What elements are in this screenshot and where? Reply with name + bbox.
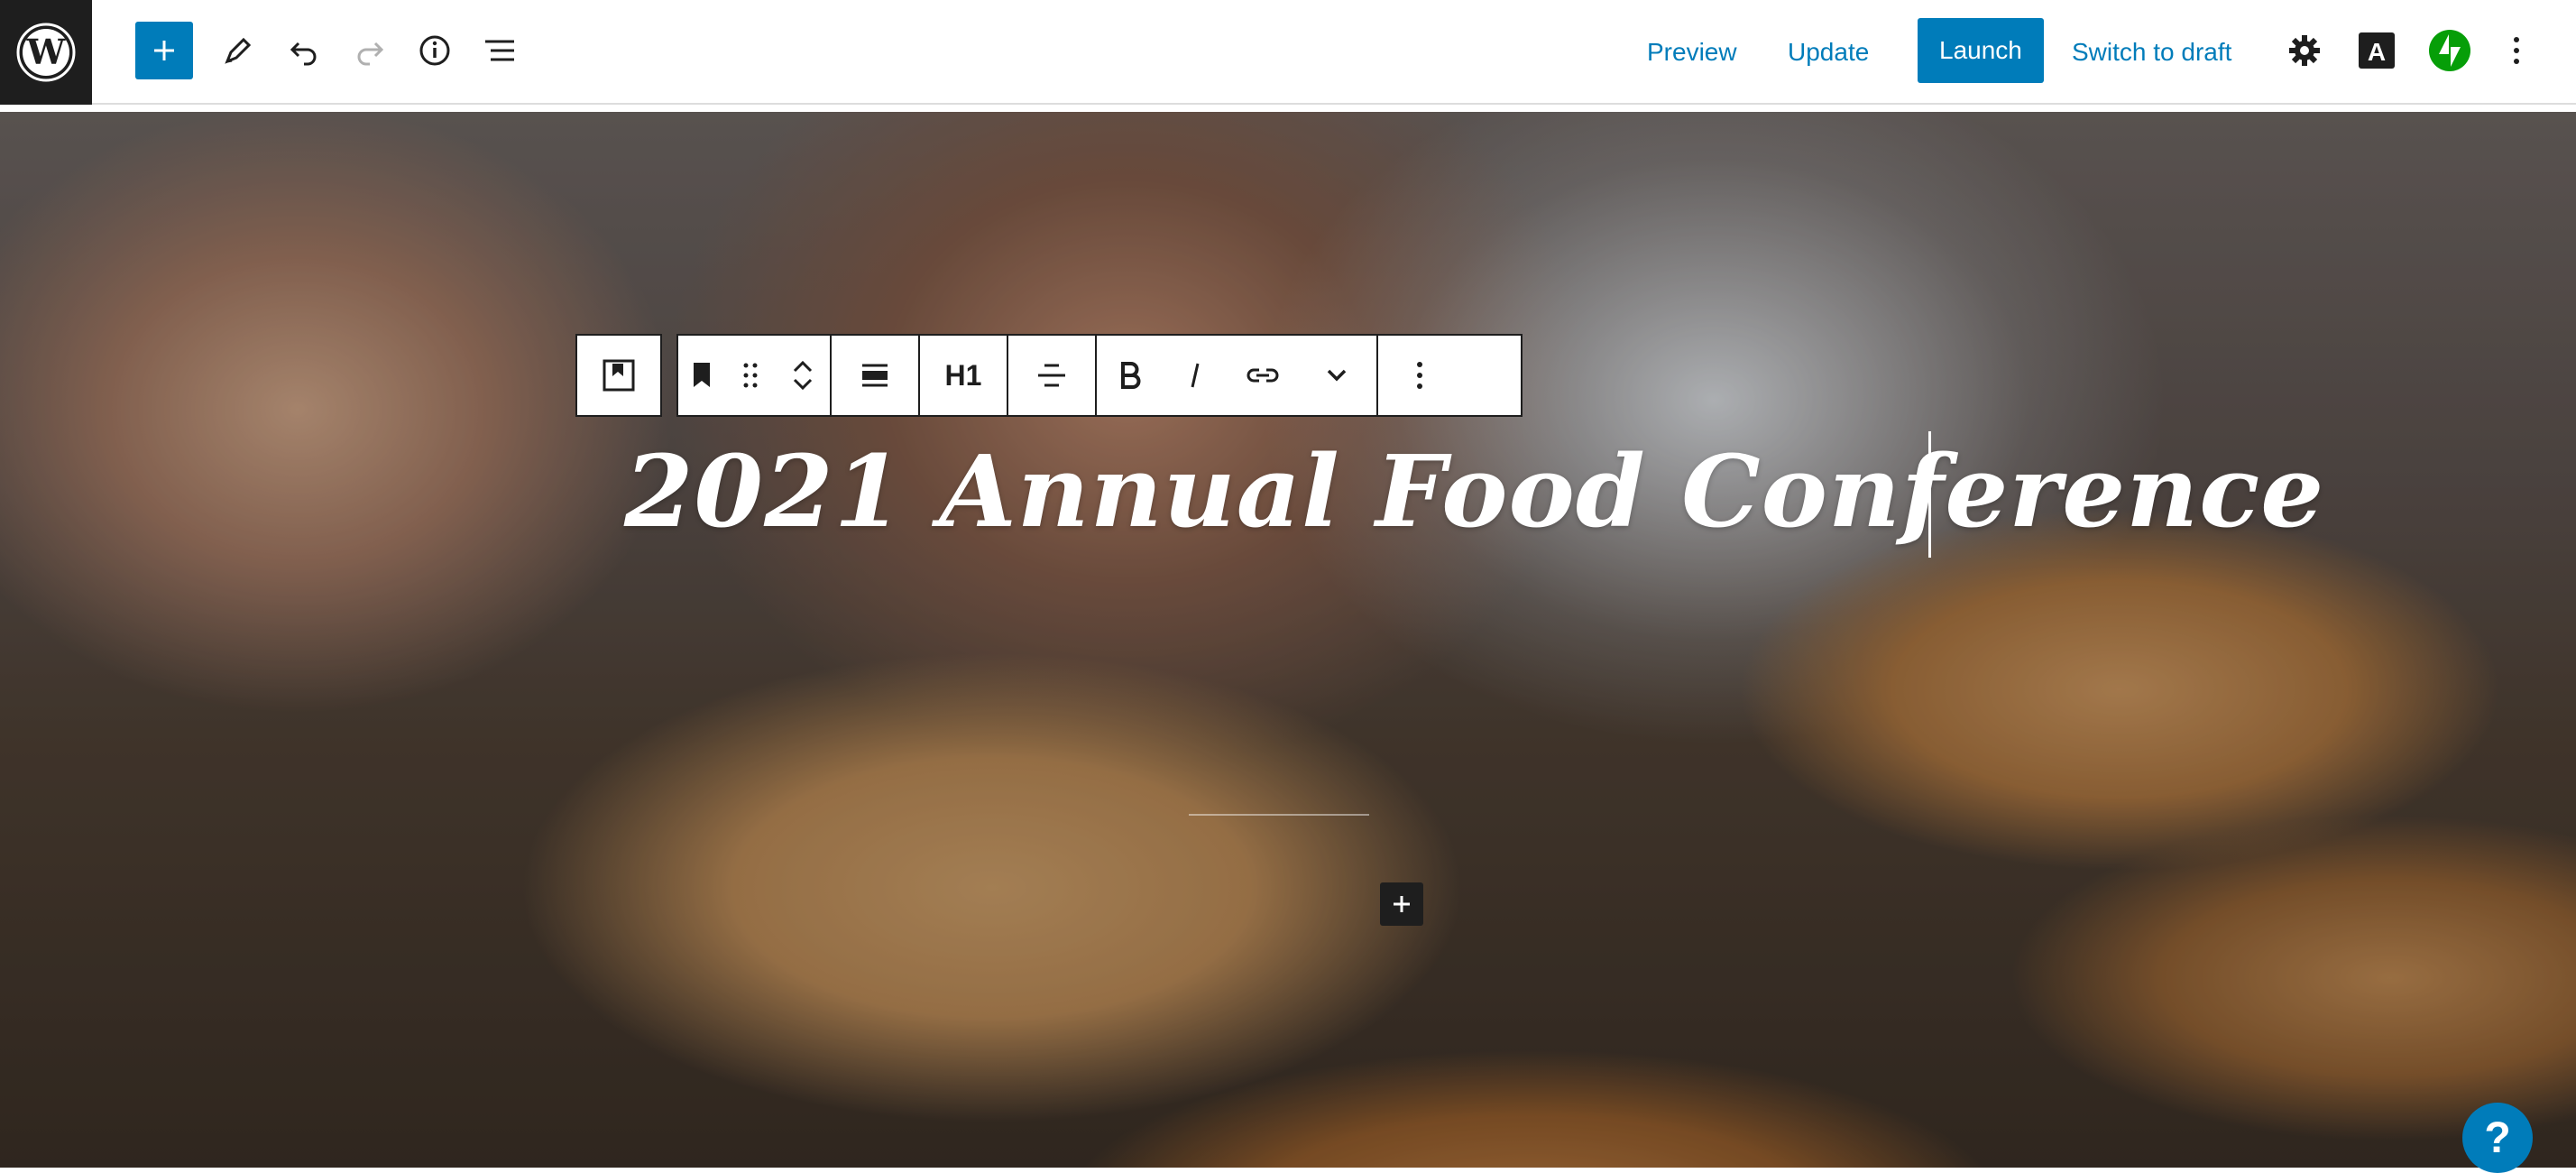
separator-bottom [1189, 814, 1369, 816]
typography-icon: A [2359, 32, 2395, 69]
cover-block[interactable] [0, 112, 2576, 1168]
chevron-down-icon [1327, 369, 1347, 382]
more-vertical-icon [2514, 37, 2519, 64]
more-rich-text-button[interactable] [1297, 336, 1376, 415]
editor-top-bar: W Preview Update Launch Switch to draft … [0, 0, 2576, 105]
launch-button[interactable]: Launch [1918, 18, 2044, 83]
block-switcher-icon [603, 359, 635, 392]
details-button[interactable] [406, 20, 464, 81]
italic-icon [1191, 363, 1200, 388]
link-icon [1247, 368, 1279, 383]
bookmark-icon [694, 363, 710, 387]
cover-overlay [0, 112, 2576, 1168]
heading-level-label: H1 [944, 358, 982, 392]
align-button[interactable] [832, 336, 918, 415]
list-view-icon [485, 40, 514, 61]
bold-icon [1121, 362, 1141, 389]
help-button[interactable]: ? [2462, 1103, 2533, 1173]
cover-heading[interactable]: 2021 Annual Food Conference [624, 433, 2324, 550]
text-caret [1928, 431, 1931, 558]
preview-button[interactable]: Preview [1647, 22, 1737, 83]
drag-handle[interactable] [725, 336, 776, 415]
plus-icon [1394, 896, 1410, 912]
update-button[interactable]: Update [1788, 22, 1869, 83]
gear-icon [2289, 35, 2320, 66]
settings-button[interactable] [2276, 20, 2333, 81]
pencil-icon [225, 37, 252, 64]
jetpack-button[interactable] [2421, 20, 2479, 81]
drag-handle-icon [743, 363, 758, 388]
block-toolbar: H1 [676, 334, 1523, 417]
bold-button[interactable] [1097, 336, 1162, 415]
bookmark-button[interactable] [678, 336, 725, 415]
redo-button[interactable] [341, 20, 399, 81]
more-options-icon [1417, 362, 1422, 389]
jetpack-icon [2429, 30, 2470, 71]
text-align-icon [1038, 364, 1065, 387]
text-align-button[interactable] [1008, 336, 1095, 415]
typography-button[interactable]: A [2348, 20, 2406, 81]
move-down-icon[interactable] [790, 375, 815, 393]
tools-button[interactable] [209, 20, 267, 81]
svg-text:A: A [2368, 38, 2386, 66]
plus-icon [154, 41, 174, 60]
italic-button[interactable] [1162, 336, 1228, 415]
block-switcher-button[interactable] [577, 336, 660, 415]
align-full-icon [862, 364, 888, 387]
svg-text:W: W [26, 32, 67, 72]
move-up-icon[interactable] [790, 357, 815, 375]
move-buttons [776, 336, 830, 415]
inline-inserter-button[interactable] [1380, 882, 1423, 926]
add-block-button[interactable] [135, 22, 193, 79]
block-options-button[interactable] [1378, 336, 1461, 415]
options-button[interactable] [2498, 20, 2535, 81]
wordpress-logo-icon[interactable]: W [0, 0, 92, 105]
block-switcher-group [575, 334, 662, 417]
redo-icon [357, 42, 384, 66]
link-button[interactable] [1228, 336, 1297, 415]
switch-to-draft-button[interactable]: Switch to draft [2072, 22, 2231, 83]
undo-button[interactable] [275, 20, 333, 81]
undo-icon [290, 42, 317, 66]
heading-level-button[interactable]: H1 [920, 336, 1007, 415]
list-view-button[interactable] [471, 20, 529, 81]
info-icon [419, 35, 450, 66]
